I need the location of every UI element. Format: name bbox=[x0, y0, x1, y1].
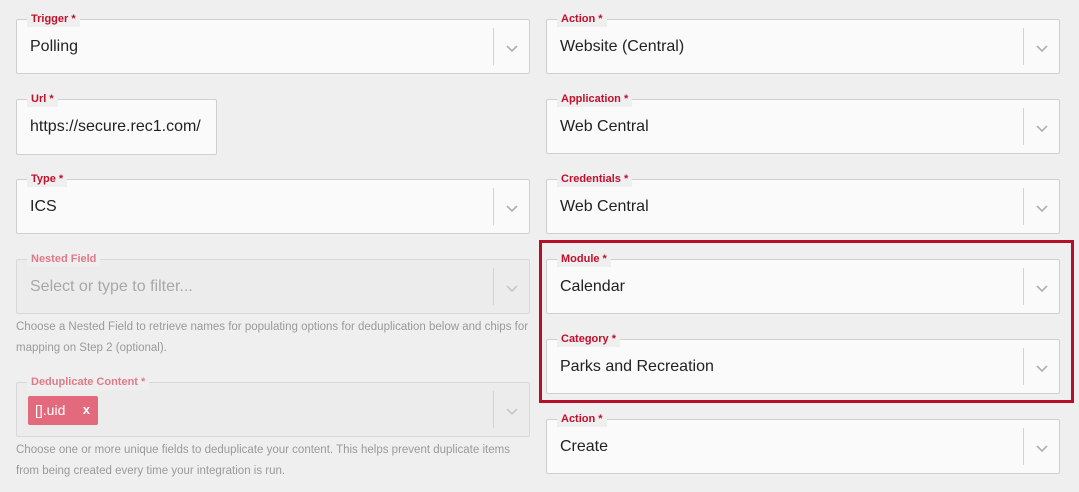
chevron-down-icon[interactable] bbox=[504, 280, 520, 296]
chevron-down-icon[interactable] bbox=[504, 403, 520, 419]
chip-remove-icon[interactable]: x bbox=[83, 402, 90, 417]
chevron-down-icon[interactable] bbox=[1034, 120, 1050, 136]
application-value: Web Central bbox=[560, 118, 649, 135]
application-label: Application * bbox=[557, 91, 633, 107]
url-label: Url * bbox=[27, 91, 58, 107]
action-value: Website (Central) bbox=[560, 38, 685, 55]
chevron-down-icon[interactable] bbox=[1034, 440, 1050, 456]
action-create-select[interactable]: Action * Create bbox=[546, 411, 1060, 474]
action-create-label: Action * bbox=[557, 411, 607, 427]
nested-field-helper: Choose a Nested Field to retrieve names … bbox=[16, 321, 529, 354]
trigger-value: Polling bbox=[30, 38, 79, 55]
credentials-label: Credentials * bbox=[557, 171, 633, 187]
select-separator bbox=[493, 28, 494, 65]
credentials-value: Web Central bbox=[560, 198, 649, 215]
dedup-chip-label: [].uid bbox=[35, 402, 66, 418]
select-separator bbox=[1023, 108, 1024, 145]
action-create-value: Create bbox=[560, 438, 609, 455]
select-separator bbox=[1023, 28, 1024, 65]
chevron-down-icon[interactable] bbox=[1034, 40, 1050, 56]
deduplicate-content-label: Deduplicate Content * bbox=[27, 374, 150, 390]
select-separator bbox=[1023, 188, 1024, 225]
deduplicate-content-select[interactable]: Deduplicate Content * [].uid x bbox=[16, 374, 530, 437]
select-separator bbox=[493, 268, 494, 305]
deduplicate-content-helper: Choose one or more unique fields to dedu… bbox=[16, 444, 510, 477]
action-select[interactable]: Action * Website (Central) bbox=[546, 11, 1060, 74]
nested-field-placeholder: Select or type to filter... bbox=[30, 278, 193, 295]
dedup-chip: [].uid x bbox=[28, 396, 98, 425]
type-label: Type * bbox=[27, 171, 68, 187]
url-value: https://secure.rec1.com/ bbox=[30, 118, 201, 135]
select-separator bbox=[493, 391, 494, 428]
nested-field-label: Nested Field bbox=[27, 251, 101, 267]
select-separator bbox=[493, 188, 494, 225]
type-select[interactable]: Type * ICS bbox=[16, 171, 530, 234]
application-select[interactable]: Application * Web Central bbox=[546, 91, 1060, 154]
chevron-down-icon[interactable] bbox=[504, 40, 520, 56]
nested-field-select[interactable]: Nested Field Select or type to filter... bbox=[16, 251, 530, 314]
select-separator bbox=[1023, 428, 1024, 465]
trigger-select[interactable]: Trigger * Polling bbox=[16, 11, 530, 74]
credentials-select[interactable]: Credentials * Web Central bbox=[546, 171, 1060, 234]
chevron-down-icon[interactable] bbox=[504, 200, 520, 216]
trigger-label: Trigger * bbox=[27, 11, 80, 27]
url-input[interactable]: Url * https://secure.rec1.com/ bbox=[16, 91, 217, 155]
type-value: ICS bbox=[30, 198, 57, 215]
highlight-box bbox=[539, 240, 1074, 403]
action-label: Action * bbox=[557, 11, 607, 27]
chevron-down-icon[interactable] bbox=[1034, 200, 1050, 216]
